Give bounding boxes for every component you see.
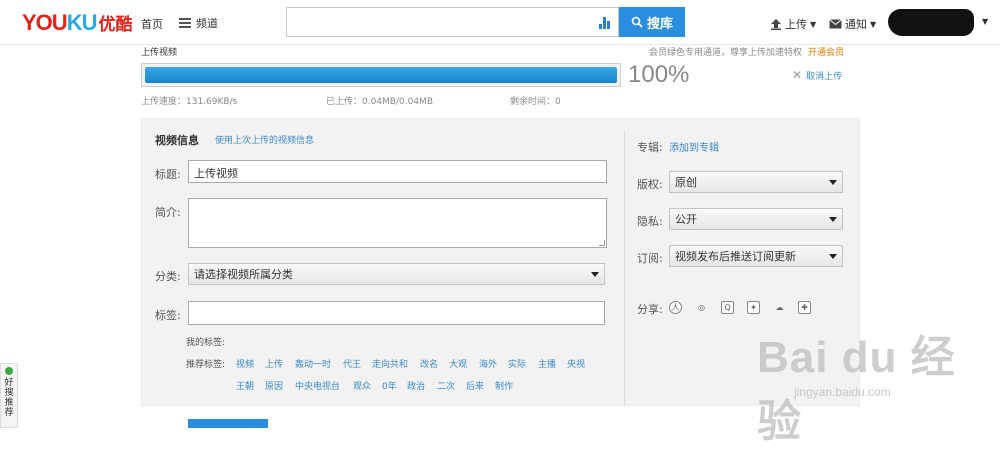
subscribe-value: 视频发布后推送订阅更新 bbox=[675, 250, 796, 263]
envelope-icon bbox=[829, 19, 842, 29]
chevron-down-icon: ▼ bbox=[870, 19, 877, 29]
description-textarea[interactable] bbox=[188, 198, 607, 248]
haosou-recommend-widget[interactable]: 好搜推荐 bbox=[0, 363, 18, 428]
title-input-value: 上传视频 bbox=[194, 167, 238, 180]
my-tags-label: 我的标签: bbox=[186, 338, 226, 348]
album-label: 专辑: bbox=[637, 141, 663, 154]
resize-handle-icon[interactable] bbox=[599, 240, 605, 246]
recommended-tag[interactable]: 二次 bbox=[437, 379, 455, 392]
upload-arrow-icon bbox=[771, 19, 781, 30]
close-icon: ✕ bbox=[792, 68, 803, 82]
reuse-info-link[interactable]: 使用上次上传的视频信息 bbox=[215, 133, 314, 146]
user-menu-chevron-icon[interactable]: ▼ bbox=[982, 17, 988, 26]
recommended-tag[interactable]: 原因 bbox=[265, 379, 283, 392]
vip-promo-text: 会员绿色专用通道，尊享上传加速特权 bbox=[649, 48, 803, 58]
tags-label: 标签: bbox=[155, 309, 181, 322]
douban-icon[interactable]: ☁ bbox=[773, 301, 786, 314]
privacy-select[interactable]: 公开 bbox=[669, 208, 843, 230]
upload-progress-bar bbox=[141, 63, 621, 87]
recommended-tag[interactable]: 中央电视台 bbox=[295, 379, 340, 392]
upload-speed: 上传速度：131.69KB/s bbox=[141, 97, 238, 107]
upload-percent: 100% bbox=[628, 61, 690, 88]
notice-menu[interactable]: 通知 ▼ bbox=[829, 16, 876, 32]
recommended-tag[interactable]: 大观 bbox=[449, 357, 467, 370]
nav-channel-label: 频道 bbox=[196, 17, 218, 30]
cancel-upload-label: 取消上传 bbox=[806, 71, 843, 82]
description-label: 简介: bbox=[155, 206, 181, 219]
renren-icon[interactable]: 人 bbox=[669, 301, 682, 314]
qzone-icon[interactable]: Q bbox=[721, 301, 734, 314]
video-info-title: 视频信息 bbox=[155, 134, 199, 147]
privacy-value: 公开 bbox=[675, 213, 697, 226]
uploaded-size: 已上传：0.04MB/0.04MB bbox=[326, 97, 433, 107]
cancel-upload-button[interactable]: ✕ 取消上传 bbox=[792, 68, 842, 82]
category-label: 分类: bbox=[155, 270, 181, 283]
recommended-tag[interactable]: 央视 bbox=[567, 357, 585, 370]
search-bars-icon[interactable] bbox=[599, 17, 610, 29]
recommended-tag[interactable]: 代王 bbox=[343, 357, 361, 370]
upload-menu-label: 上传 bbox=[785, 18, 807, 31]
recommended-tag[interactable]: 改名 bbox=[420, 357, 438, 370]
recommended-tag[interactable]: 后来 bbox=[466, 379, 484, 392]
top-header: YOUKU 优酷 首页 频道 搜库 上传 ▼ 通知 ▼ ▼ bbox=[0, 0, 1000, 45]
dropdown-arrow-icon bbox=[829, 253, 837, 259]
upload-menu[interactable]: 上传 ▼ bbox=[770, 16, 816, 32]
upload-progress-fill bbox=[145, 67, 617, 83]
recommended-tag[interactable]: 0年 bbox=[382, 379, 397, 392]
youku-logo[interactable]: YOUKU 优酷 bbox=[22, 10, 132, 36]
title-input[interactable]: 上传视频 bbox=[188, 160, 607, 183]
copyright-label: 版权: bbox=[637, 178, 663, 191]
nav-home-link[interactable]: 首页 bbox=[141, 16, 163, 32]
recommended-tag[interactable]: 主播 bbox=[538, 357, 556, 370]
recommended-tag[interactable]: 轰动一时 bbox=[295, 357, 331, 370]
category-select[interactable]: 请选择视频所属分类 bbox=[188, 263, 605, 285]
subscribe-select[interactable]: 视频发布后推送订阅更新 bbox=[669, 245, 843, 267]
recommended-tag[interactable]: 政治 bbox=[407, 379, 425, 392]
search-button-label: 搜库 bbox=[646, 16, 673, 32]
recommended-tag[interactable]: 上传 bbox=[265, 357, 283, 370]
haosou-recommend-label: 好搜推荐 bbox=[4, 378, 14, 418]
share-label: 分享: bbox=[637, 303, 663, 316]
upload-title: 上传视频 bbox=[141, 48, 178, 58]
recommended-tag[interactable]: 制作 bbox=[495, 379, 513, 392]
recommended-tag[interactable]: 海外 bbox=[479, 357, 497, 370]
search-input[interactable] bbox=[286, 7, 619, 37]
menu-icon bbox=[179, 18, 191, 28]
notice-menu-label: 通知 bbox=[845, 18, 867, 31]
weibo-icon[interactable]: ◎ bbox=[695, 301, 708, 314]
recommended-tag[interactable]: 王朝 bbox=[236, 379, 254, 392]
dropdown-arrow-icon bbox=[829, 216, 837, 222]
copyright-select[interactable]: 原创 bbox=[669, 171, 843, 193]
panel-divider bbox=[624, 130, 625, 406]
search-button[interactable]: 搜库 bbox=[619, 7, 685, 37]
dropdown-arrow-icon bbox=[829, 179, 837, 185]
copyright-value: 原创 bbox=[675, 176, 697, 189]
recommended-tag[interactable]: 观众 bbox=[353, 379, 371, 392]
logo-part-2: KU bbox=[66, 10, 98, 35]
nav-channel-link[interactable]: 频道 bbox=[179, 15, 218, 31]
add-to-album-link[interactable]: 添加到专辑 bbox=[669, 139, 719, 154]
tencent-weibo-icon[interactable]: ✦ bbox=[747, 301, 760, 314]
logo-cn: 优酷 bbox=[98, 15, 133, 35]
subscribe-label: 订阅: bbox=[637, 252, 663, 265]
baidu-watermark-url: jingyan.baidu.com bbox=[794, 385, 891, 399]
tags-input[interactable] bbox=[188, 301, 605, 325]
recommended-tag[interactable]: 走向共和 bbox=[372, 357, 408, 370]
user-avatar[interactable] bbox=[888, 9, 974, 36]
title-label: 标题: bbox=[155, 168, 181, 181]
category-value: 请选择视频所属分类 bbox=[194, 268, 293, 281]
search-icon bbox=[631, 16, 643, 28]
dropdown-arrow-icon bbox=[591, 271, 599, 277]
recommended-tags-label: 推荐标签: bbox=[186, 360, 226, 370]
recommended-tag[interactable]: 视频 bbox=[236, 357, 254, 370]
status-dot-icon bbox=[5, 367, 13, 375]
vip-open-link[interactable]: 开通会员 bbox=[808, 45, 844, 58]
logo-part-1: YOU bbox=[22, 10, 68, 35]
privacy-label: 隐私: bbox=[637, 215, 663, 228]
kaixin-icon[interactable]: ✚ bbox=[798, 301, 811, 314]
recommended-tag[interactable]: 实际 bbox=[508, 357, 526, 370]
chevron-down-icon: ▼ bbox=[810, 19, 817, 29]
save-button[interactable] bbox=[188, 419, 268, 428]
remaining-time: 剩余时间：0 bbox=[510, 97, 561, 107]
